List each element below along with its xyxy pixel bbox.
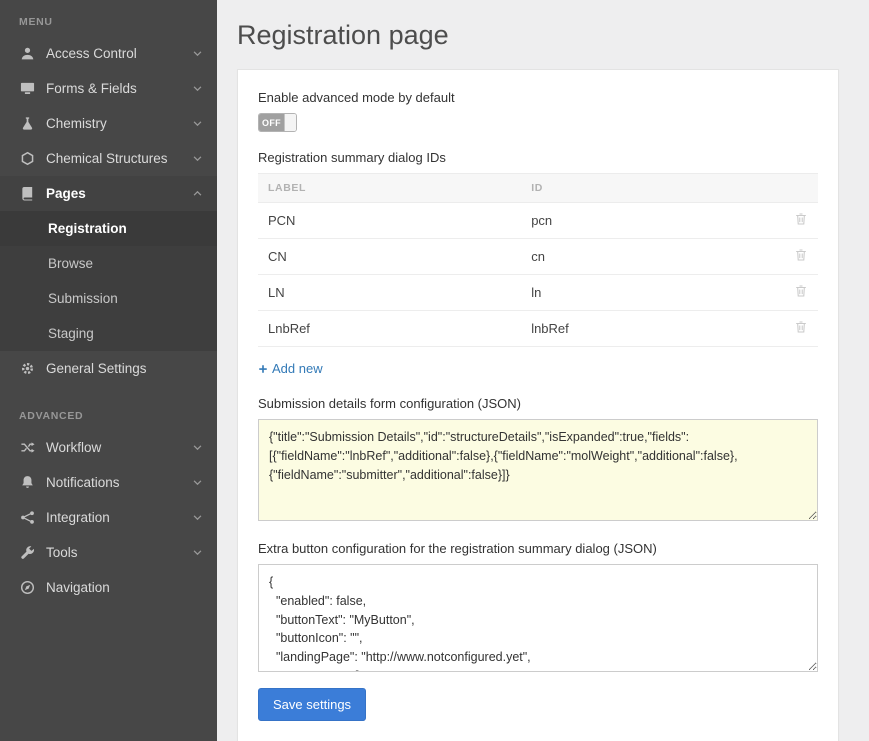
- chevron-up-icon: [192, 188, 203, 199]
- toggle-knob: [284, 114, 296, 131]
- sidebar-item-forms-fields[interactable]: Forms & Fields: [0, 71, 217, 106]
- chevron-down-icon: [192, 442, 203, 453]
- hexagon-icon: [19, 151, 35, 167]
- sidebar-item-label: General Settings: [46, 361, 203, 376]
- table-row: PCN pcn: [258, 203, 818, 239]
- sidebar-item-label: Integration: [46, 510, 192, 525]
- sidebar-item-label: Chemical Structures: [46, 151, 192, 166]
- trash-icon[interactable]: [794, 320, 808, 334]
- sidebar-item-label: Chemistry: [46, 116, 192, 131]
- chevron-down-icon: [192, 153, 203, 164]
- settings-card: Enable advanced mode by default OFF Regi…: [237, 69, 839, 741]
- row-id: pcn: [521, 203, 784, 239]
- extra-button-config-textarea[interactable]: { "enabled": false, "buttonText": "MyBut…: [258, 564, 818, 672]
- extra-button-config-label: Extra button configuration for the regis…: [258, 541, 818, 556]
- sidebar-item-label: Pages: [46, 186, 192, 201]
- advanced-mode-label: Enable advanced mode by default: [258, 90, 818, 105]
- chevron-down-icon: [192, 83, 203, 94]
- row-label: LnbRef: [258, 311, 521, 347]
- trash-icon[interactable]: [794, 284, 808, 298]
- save-settings-button[interactable]: Save settings: [258, 688, 366, 721]
- sidebar-item-label: Forms & Fields: [46, 81, 192, 96]
- submission-config-label: Submission details form configuration (J…: [258, 396, 818, 411]
- plus-icon: [258, 364, 268, 374]
- sidebar-item-tools[interactable]: Tools: [0, 535, 217, 570]
- row-id: cn: [521, 239, 784, 275]
- display-icon: [19, 81, 35, 97]
- sidebar-item-notifications[interactable]: Notifications: [0, 465, 217, 500]
- table-row: LnbRef lnbRef: [258, 311, 818, 347]
- sidebar-item-label: Workflow: [46, 440, 192, 455]
- sidebar-item-access-control[interactable]: Access Control: [0, 36, 217, 71]
- chevron-down-icon: [192, 118, 203, 129]
- sidebar-advanced-header: ADVANCED: [0, 386, 217, 430]
- dialog-ids-table: LABEL ID PCN pcn CN cn LN ln: [258, 173, 818, 347]
- submission-config-textarea[interactable]: {"title":"Submission Details","id":"stru…: [258, 419, 818, 521]
- row-label: PCN: [258, 203, 521, 239]
- table-row: LN ln: [258, 275, 818, 311]
- sidebar-item-navigation[interactable]: Navigation: [0, 570, 217, 605]
- table-row: CN cn: [258, 239, 818, 275]
- column-header-actions: [784, 174, 818, 203]
- trash-icon[interactable]: [794, 248, 808, 262]
- trash-icon[interactable]: [794, 212, 808, 226]
- advanced-mode-toggle[interactable]: OFF: [258, 113, 297, 132]
- sidebar-menu-header: MENU: [0, 4, 217, 36]
- sidebar-item-integration[interactable]: Integration: [0, 500, 217, 535]
- chevron-down-icon: [192, 547, 203, 558]
- sidebar-item-submission[interactable]: Submission: [0, 281, 217, 316]
- sidebar-item-chemical-structures[interactable]: Chemical Structures: [0, 141, 217, 176]
- sidebar-item-staging[interactable]: Staging: [0, 316, 217, 351]
- page-title: Registration page: [237, 20, 839, 51]
- chevron-down-icon: [192, 512, 203, 523]
- chevron-down-icon: [192, 477, 203, 488]
- bell-icon: [19, 475, 35, 491]
- row-label: LN: [258, 275, 521, 311]
- column-header-id: ID: [521, 174, 784, 203]
- sidebar-item-workflow[interactable]: Workflow: [0, 430, 217, 465]
- sidebar-item-label: Access Control: [46, 46, 192, 61]
- sidebar: MENU Access Control Forms & Fields Chemi…: [0, 0, 217, 741]
- sidebar-item-registration[interactable]: Registration: [0, 211, 217, 246]
- row-id: ln: [521, 275, 784, 311]
- add-new-label: Add new: [272, 361, 323, 376]
- user-icon: [19, 46, 35, 62]
- toggle-off-label: OFF: [259, 114, 284, 131]
- add-new-link[interactable]: Add new: [258, 361, 323, 376]
- gear-icon: [19, 361, 35, 377]
- sidebar-item-general-settings[interactable]: General Settings: [0, 351, 217, 386]
- table-header-row: LABEL ID: [258, 174, 818, 203]
- book-icon: [19, 186, 35, 202]
- sidebar-item-label: Navigation: [46, 580, 203, 595]
- shuffle-icon: [19, 440, 35, 456]
- integration-icon: [19, 510, 35, 526]
- wrench-icon: [19, 545, 35, 561]
- pages-submenu: Registration Browse Submission Staging: [0, 211, 217, 351]
- sidebar-item-label: Tools: [46, 545, 192, 560]
- sidebar-item-chemistry[interactable]: Chemistry: [0, 106, 217, 141]
- sidebar-item-label: Notifications: [46, 475, 192, 490]
- row-label: CN: [258, 239, 521, 275]
- dialog-ids-label: Registration summary dialog IDs: [258, 150, 818, 165]
- main-content: Registration page Enable advanced mode b…: [217, 0, 869, 741]
- chevron-down-icon: [192, 48, 203, 59]
- sidebar-item-pages[interactable]: Pages: [0, 176, 217, 211]
- compass-icon: [19, 580, 35, 596]
- row-id: lnbRef: [521, 311, 784, 347]
- column-header-label: LABEL: [258, 174, 521, 203]
- flask-icon: [19, 116, 35, 132]
- sidebar-item-browse[interactable]: Browse: [0, 246, 217, 281]
